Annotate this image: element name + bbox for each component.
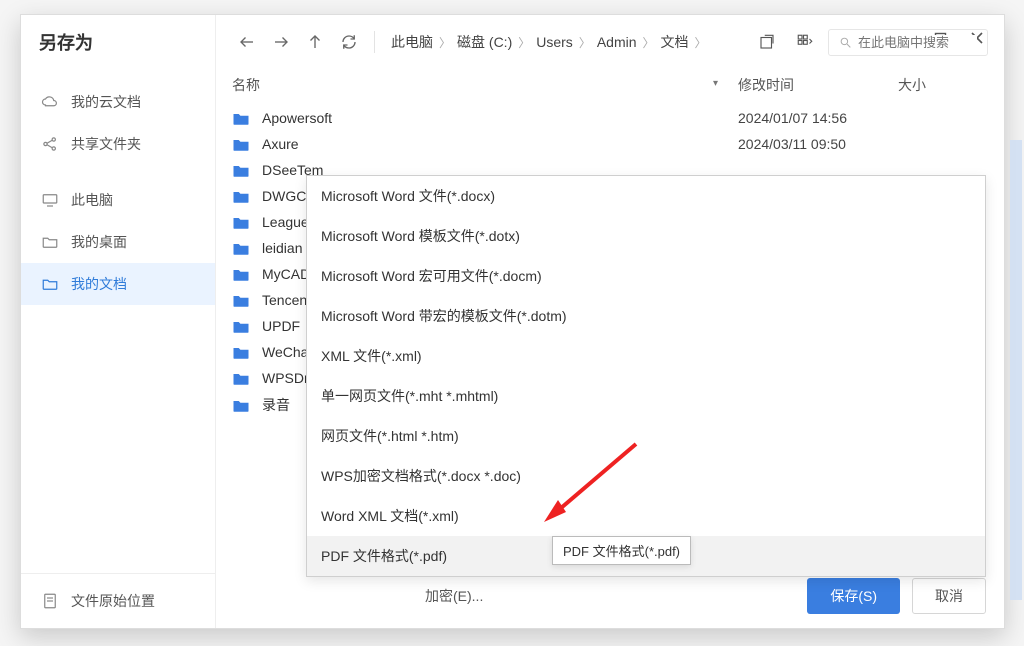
sidebar-item-label: 我的文档	[71, 274, 127, 294]
toolbar: 此电脑〉 磁盘 (C:)〉 Users〉 Admin〉 文档〉	[216, 15, 1004, 69]
dialog-title-bar: 另存为	[21, 15, 215, 75]
column-header-modified[interactable]: 修改时间	[738, 75, 898, 95]
view-mode-button[interactable]	[790, 27, 820, 57]
filetype-option[interactable]: Microsoft Word 宏可用文件(*.docm)	[307, 256, 985, 296]
sidebar-item-original-location[interactable]: 文件原始位置	[21, 580, 216, 622]
filetype-option[interactable]: XML 文件(*.xml)	[307, 336, 985, 376]
tooltip: PDF 文件格式(*.pdf)	[552, 536, 691, 565]
folder-icon	[232, 187, 254, 205]
folder-icon	[232, 317, 254, 335]
filetype-option[interactable]: 单一网页文件(*.mht *.mhtml)	[307, 376, 985, 416]
folder-icon	[232, 343, 254, 361]
file-row[interactable]: Apowersoft2024/01/07 14:56	[222, 105, 998, 131]
chevron-right-icon: 〉	[439, 34, 451, 51]
folder-icon	[232, 109, 254, 127]
breadcrumb-segment[interactable]: Users	[536, 34, 573, 50]
chevron-right-icon: 〉	[518, 34, 530, 51]
share-icon	[41, 135, 59, 153]
filetype-option[interactable]: 网页文件(*.html *.htm)	[307, 416, 985, 456]
clipped-background	[1010, 140, 1022, 600]
sidebar-nav: 我的云文档 共享文件夹 此电脑 我的桌面 我的文档	[21, 75, 215, 311]
sidebar-item-label: 我的云文档	[71, 92, 141, 112]
search-input[interactable]	[858, 35, 977, 50]
sidebar-item-label: 文件原始位置	[71, 591, 155, 611]
new-window-button[interactable]	[752, 27, 782, 57]
up-button[interactable]	[300, 27, 330, 57]
sidebar-item-this-pc[interactable]: 此电脑	[21, 179, 215, 221]
breadcrumb[interactable]: 此电脑〉 磁盘 (C:)〉 Users〉 Admin〉 文档〉	[385, 32, 748, 52]
sidebar-item-shared[interactable]: 共享文件夹	[21, 123, 215, 165]
cloud-icon	[41, 93, 59, 111]
sidebar-item-my-docs[interactable]: 我的文档	[21, 263, 215, 305]
sidebar-item-label: 我的桌面	[71, 232, 127, 252]
breadcrumb-segment[interactable]: 此电脑	[391, 32, 433, 52]
dialog-title: 另存为	[39, 29, 93, 55]
column-header-name[interactable]: 名称 ▾	[232, 75, 738, 95]
folder-icon	[232, 239, 254, 257]
folder-icon	[41, 233, 59, 251]
filetype-option[interactable]: WPS加密文档格式(*.docx *.doc)	[307, 456, 985, 496]
encrypt-link[interactable]: 加密(E)...	[425, 586, 483, 606]
sidebar-item-label: 共享文件夹	[71, 134, 141, 154]
folder-icon	[232, 161, 254, 179]
file-date: 2024/01/07 14:56	[738, 110, 898, 126]
file-date: 2024/03/11 09:50	[738, 136, 898, 152]
breadcrumb-segment[interactable]: 磁盘 (C:)	[457, 32, 512, 52]
sidebar-item-label: 此电脑	[71, 190, 113, 210]
filetype-option[interactable]: Microsoft Word 带宏的模板文件(*.dotm)	[307, 296, 985, 336]
forward-button[interactable]	[266, 27, 296, 57]
list-header: 名称 ▾ 修改时间 大小	[216, 69, 1004, 105]
back-button[interactable]	[232, 27, 262, 57]
folder-icon	[232, 396, 254, 414]
monitor-icon	[41, 191, 59, 209]
cancel-button[interactable]: 取消	[912, 578, 986, 614]
file-name: Axure	[262, 136, 738, 152]
search-icon	[839, 35, 852, 50]
chevron-right-icon: 〉	[695, 34, 707, 51]
breadcrumb-segment[interactable]: Admin	[597, 34, 637, 50]
folder-icon	[232, 291, 254, 309]
folder-icon	[232, 213, 254, 231]
refresh-button[interactable]	[334, 27, 364, 57]
sidebar: 另存为 我的云文档 共享文件夹 此电脑 我的桌面	[21, 15, 216, 628]
save-button[interactable]: 保存(S)	[807, 578, 900, 614]
filetype-option[interactable]: Word XML 文档(*.xml)	[307, 496, 985, 536]
column-header-size[interactable]: 大小	[898, 75, 988, 95]
sidebar-item-desktop[interactable]: 我的桌面	[21, 221, 215, 263]
folder-icon	[232, 265, 254, 283]
filetype-dropdown[interactable]: Microsoft Word 文件(*.docx)Microsoft Word …	[306, 175, 986, 577]
chevron-right-icon: 〉	[579, 34, 591, 51]
file-name: Apowersoft	[262, 110, 738, 126]
sidebar-item-cloud-docs[interactable]: 我的云文档	[21, 81, 215, 123]
file-location-icon	[41, 592, 59, 610]
folder-icon	[232, 369, 254, 387]
filetype-option[interactable]: Microsoft Word 模板文件(*.dotx)	[307, 216, 985, 256]
sort-indicator-icon: ▾	[713, 78, 718, 89]
filetype-option[interactable]: Microsoft Word 文件(*.docx)	[307, 176, 985, 216]
file-row[interactable]: Axure2024/03/11 09:50	[222, 131, 998, 157]
folder-icon	[232, 135, 254, 153]
folder-icon	[41, 275, 59, 293]
breadcrumb-segment[interactable]: 文档	[661, 32, 689, 52]
search-box[interactable]	[828, 29, 988, 56]
chevron-right-icon: 〉	[643, 34, 655, 51]
